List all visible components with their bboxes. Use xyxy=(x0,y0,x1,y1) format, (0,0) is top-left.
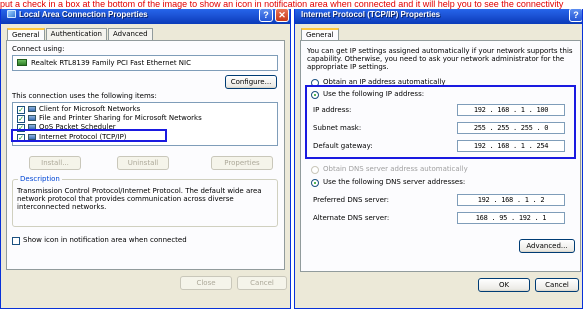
close-window-button[interactable]: ✕ xyxy=(275,8,289,22)
subnet-mask-label: Subnet mask: xyxy=(313,124,362,132)
preferred-dns-label: Preferred DNS server: xyxy=(313,196,390,204)
network-connection-icon xyxy=(7,10,16,18)
window-title: Local Area Connection Properties xyxy=(7,10,148,19)
network-adapter-icon xyxy=(17,59,27,66)
obtain-ip-auto-label: Obtain an IP address automatically xyxy=(323,78,446,86)
list-item-label: QoS Packet Scheduler xyxy=(39,123,116,131)
item-checkbox-tcpip[interactable]: ✓ xyxy=(17,134,25,142)
item-checkbox-client[interactable]: ✓ xyxy=(17,106,25,114)
tcpip-properties-window: Internet Protocol (TCP/IP) Properties ? … xyxy=(294,6,583,309)
service-icon xyxy=(28,124,36,130)
ip-address-label: IP address: xyxy=(313,106,352,114)
client-icon xyxy=(28,106,36,112)
cancel-button[interactable]: Cancel xyxy=(535,278,579,292)
use-following-dns-radio[interactable] xyxy=(311,179,319,187)
protocol-icon xyxy=(28,134,36,140)
list-item[interactable]: Client for Microsoft Networks xyxy=(28,105,140,114)
general-tab-panel: Connect using: Realtek RTL8139 Family PC… xyxy=(6,40,285,270)
connect-using-label: Connect using: xyxy=(12,45,65,53)
tab-authentication[interactable]: Authentication xyxy=(45,28,107,40)
show-icon-label: Show icon in notification area when conn… xyxy=(23,236,187,244)
gateway-label: Default gateway: xyxy=(313,142,373,150)
adapter-field: Realtek RTL8139 Family PCI Fast Ethernet… xyxy=(12,55,278,71)
preferred-dns-input[interactable]: 192 . 168 . 1 . 2 xyxy=(457,194,565,206)
cancel-button[interactable]: Cancel xyxy=(237,276,287,290)
install-button[interactable]: Install... xyxy=(29,156,81,170)
window-title: Internet Protocol (TCP/IP) Properties xyxy=(301,10,441,19)
tab-advanced[interactable]: Advanced xyxy=(107,28,153,40)
close-button[interactable]: Close xyxy=(180,276,232,290)
obtain-dns-auto-radio[interactable] xyxy=(311,166,319,174)
list-item[interactable]: File and Printer Sharing for Microsoft N… xyxy=(28,114,202,123)
obtain-dns-auto-label: Obtain DNS server address automatically xyxy=(323,165,468,173)
obtain-ip-auto-radio[interactable] xyxy=(311,79,319,87)
help-button[interactable]: ? xyxy=(259,8,273,22)
configure-button[interactable]: Configure... xyxy=(225,75,277,89)
properties-button[interactable]: Properties xyxy=(211,156,273,170)
gateway-input[interactable]: 192 . 168 . 1 . 254 xyxy=(457,140,565,152)
description-text: Transmission Control Protocol/Internet P… xyxy=(17,187,262,211)
show-icon-checkbox[interactable] xyxy=(12,237,20,245)
adapter-name: Realtek RTL8139 Family PCI Fast Ethernet… xyxy=(17,59,191,68)
local-area-connection-properties-window: Local Area Connection Properties ? ✕ Gen… xyxy=(0,6,291,309)
use-following-ip-label: Use the following IP address: xyxy=(323,90,425,98)
description-group: Description Transmission Control Protoco… xyxy=(12,175,278,227)
subnet-mask-input[interactable]: 255 . 255 . 255 . 0 xyxy=(457,122,565,134)
uninstall-button[interactable]: Uninstall xyxy=(117,156,169,170)
item-checkbox-file-printer[interactable]: ✓ xyxy=(17,115,25,123)
components-list: ✓ Client for Microsoft Networks ✓ File a… xyxy=(12,102,278,146)
list-item[interactable]: Internet Protocol (TCP/IP) xyxy=(28,133,127,142)
list-item[interactable]: QoS Packet Scheduler xyxy=(28,123,116,132)
intro-text: You can get IP settings assigned automat… xyxy=(307,47,573,71)
service-icon xyxy=(28,115,36,121)
alternate-dns-input[interactable]: 168 . 95 . 192 . 1 xyxy=(457,212,565,224)
items-label: This connection uses the following items… xyxy=(12,92,157,100)
ip-address-input[interactable]: 192 . 168 . 1 . 100 xyxy=(457,104,565,116)
list-item-label: Client for Microsoft Networks xyxy=(39,105,141,113)
item-checkbox-qos[interactable]: ✓ xyxy=(17,124,25,132)
general-tab-panel: You can get IP settings assigned automat… xyxy=(300,40,581,272)
help-button[interactable]: ? xyxy=(569,8,582,22)
use-following-ip-radio[interactable] xyxy=(311,91,319,99)
list-item-label: Internet Protocol (TCP/IP) xyxy=(39,133,127,141)
annotation-headline: put a check in a box at the bottom of th… xyxy=(0,0,583,9)
advanced-button[interactable]: Advanced... xyxy=(519,239,575,253)
list-item-label: File and Printer Sharing for Microsoft N… xyxy=(39,114,202,122)
ok-button[interactable]: OK xyxy=(478,278,530,292)
description-legend: Description xyxy=(18,175,62,184)
use-following-dns-label: Use the following DNS server addresses: xyxy=(323,178,466,186)
adapter-name-text: Realtek RTL8139 Family PCI Fast Ethernet… xyxy=(31,59,191,67)
alternate-dns-label: Alternate DNS server: xyxy=(313,214,390,222)
window-title-text: Local Area Connection Properties xyxy=(19,10,148,19)
